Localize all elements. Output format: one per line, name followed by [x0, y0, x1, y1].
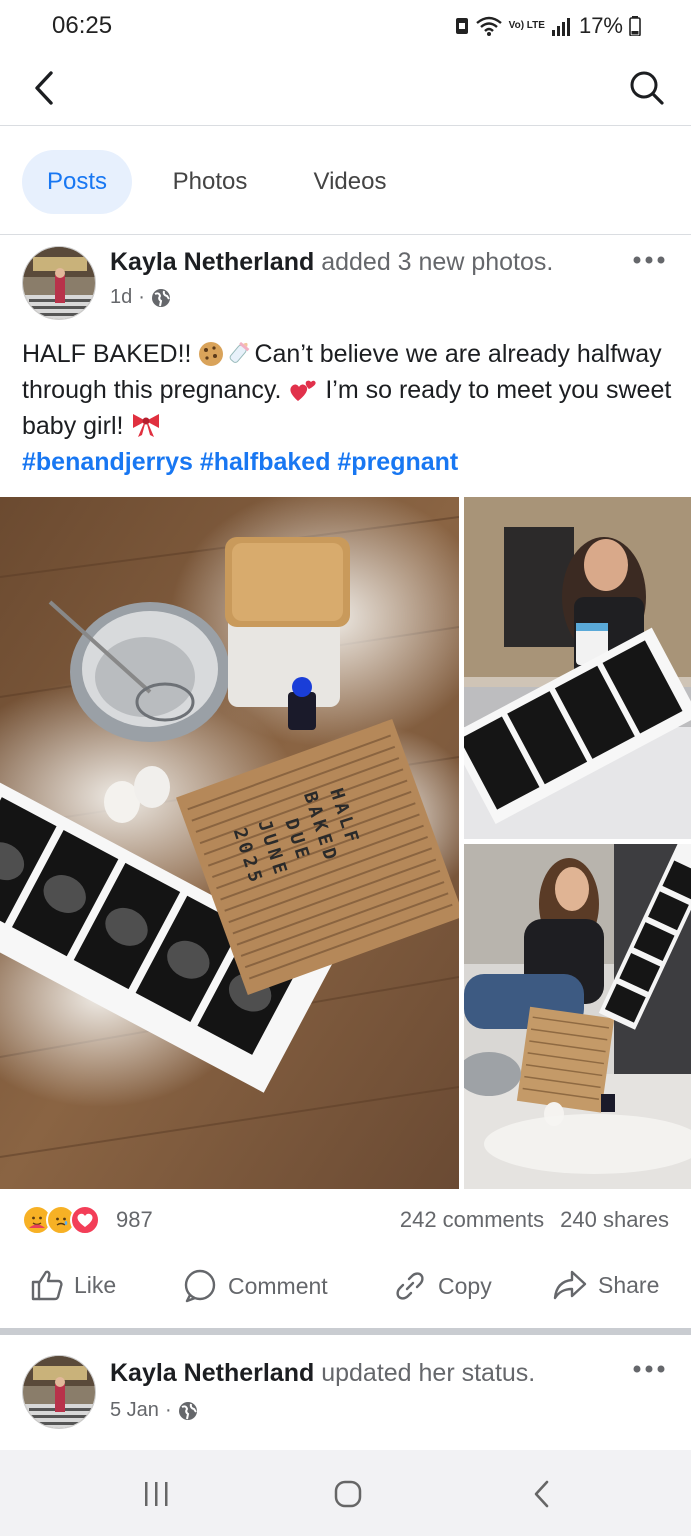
more-dots-icon	[633, 1365, 665, 1373]
post-action-text: added 3 new photos.	[321, 248, 554, 276]
more-dots-icon	[633, 256, 665, 264]
comment-icon	[184, 1269, 216, 1303]
status-bar: 06:25 Vo) LTE 17%	[0, 0, 691, 52]
thumbs-up-icon	[31, 1270, 63, 1301]
post-actions: Like Comment Copy Share	[0, 1250, 691, 1326]
like-button[interactable]: Like	[30, 1268, 116, 1302]
post-time[interactable]: 5 Jan	[110, 1399, 159, 1422]
system-back-button[interactable]	[512, 1474, 572, 1514]
status-icons: Vo) LTE 17%	[455, 12, 641, 40]
like-label: Like	[74, 1271, 117, 1298]
comments-count[interactable]: 242 comments	[400, 1207, 544, 1233]
post-more-button[interactable]	[627, 244, 671, 276]
recent-apps-icon	[145, 1482, 168, 1506]
shares-count[interactable]: 240 shares	[560, 1207, 669, 1233]
hashtags[interactable]: #benandjerrys #halfbaked #pregnant	[22, 448, 458, 476]
battery-percent: 17%	[578, 13, 623, 38]
comment-label: Comment	[228, 1272, 328, 1299]
system-nav-bar	[0, 1450, 691, 1536]
tab-posts[interactable]: Posts	[22, 150, 132, 214]
post-more-button[interactable]	[627, 1353, 671, 1385]
photo-bottom-right[interactable]	[464, 844, 691, 1189]
heart-icon	[290, 380, 317, 401]
post-text: HALF BAKED!! Can’t believe we are alread…	[22, 336, 672, 480]
post-header: Kayla Netherland added 3 new photos.	[110, 248, 553, 277]
battery-icon	[629, 16, 641, 36]
love-reaction-icon	[70, 1205, 100, 1235]
profile-tabs: Posts Photos Videos	[0, 127, 691, 235]
globe-icon	[151, 288, 170, 307]
share-arrow-icon	[553, 1270, 587, 1300]
post-text-part1: HALF BAKED!!	[22, 340, 199, 368]
reaction-icons[interactable]	[22, 1205, 100, 1235]
post-meta: 5 Jan ·	[110, 1399, 198, 1422]
photo-top-right[interactable]	[464, 497, 691, 839]
network-label: Vo) LTE	[508, 20, 545, 31]
back-arrow-icon	[534, 1480, 549, 1508]
ribbon-icon	[133, 414, 160, 437]
reactions-summary: 987 242 comments 240 shares	[0, 1195, 691, 1243]
post-meta: 1d ·	[110, 286, 171, 309]
copy-button[interactable]: Copy	[392, 1268, 492, 1304]
share-button[interactable]: Share	[552, 1268, 659, 1302]
wifi-icon	[475, 16, 502, 36]
chevron-left-icon	[35, 71, 53, 105]
top-nav-bar	[0, 52, 691, 126]
engagement-counts: 242 comments 240 shares	[400, 1207, 669, 1233]
recent-apps-button[interactable]	[126, 1474, 186, 1514]
photo-grid: HALF BAKED DUE JUNE 2025	[0, 497, 691, 1189]
link-icon	[396, 1272, 424, 1300]
author-name[interactable]: Kayla Netherland	[110, 1359, 314, 1387]
post-action-text: updated her status.	[321, 1359, 536, 1387]
sim-icon	[455, 18, 468, 34]
feed-separator	[0, 1328, 691, 1335]
post-header: Kayla Netherland updated her status.	[110, 1359, 535, 1388]
globe-icon	[178, 1401, 197, 1420]
reaction-count[interactable]: 987	[116, 1207, 153, 1233]
post-time[interactable]: 1d	[110, 286, 132, 309]
back-button[interactable]	[22, 66, 66, 110]
meta-dot: ·	[138, 286, 145, 308]
avatar[interactable]	[22, 246, 96, 320]
tab-photos[interactable]: Photos	[150, 150, 270, 214]
avatar[interactable]	[22, 1355, 96, 1429]
meta-dot: ·	[164, 1399, 172, 1421]
signal-icon	[551, 18, 570, 36]
search-button[interactable]	[625, 66, 669, 110]
tab-videos[interactable]: Videos	[290, 150, 410, 214]
home-button[interactable]	[318, 1474, 378, 1514]
home-icon	[334, 1480, 362, 1508]
cookie-icon	[199, 342, 224, 366]
status-time: 06:25	[52, 12, 113, 39]
comment-button[interactable]: Comment	[182, 1268, 328, 1304]
baby-bottle-icon	[230, 341, 250, 363]
copy-label: Copy	[438, 1272, 492, 1299]
search-icon	[630, 71, 664, 105]
photo-main[interactable]: HALF BAKED DUE JUNE 2025	[0, 497, 459, 1189]
share-label: Share	[598, 1271, 660, 1298]
author-name[interactable]: Kayla Netherland	[110, 248, 314, 276]
